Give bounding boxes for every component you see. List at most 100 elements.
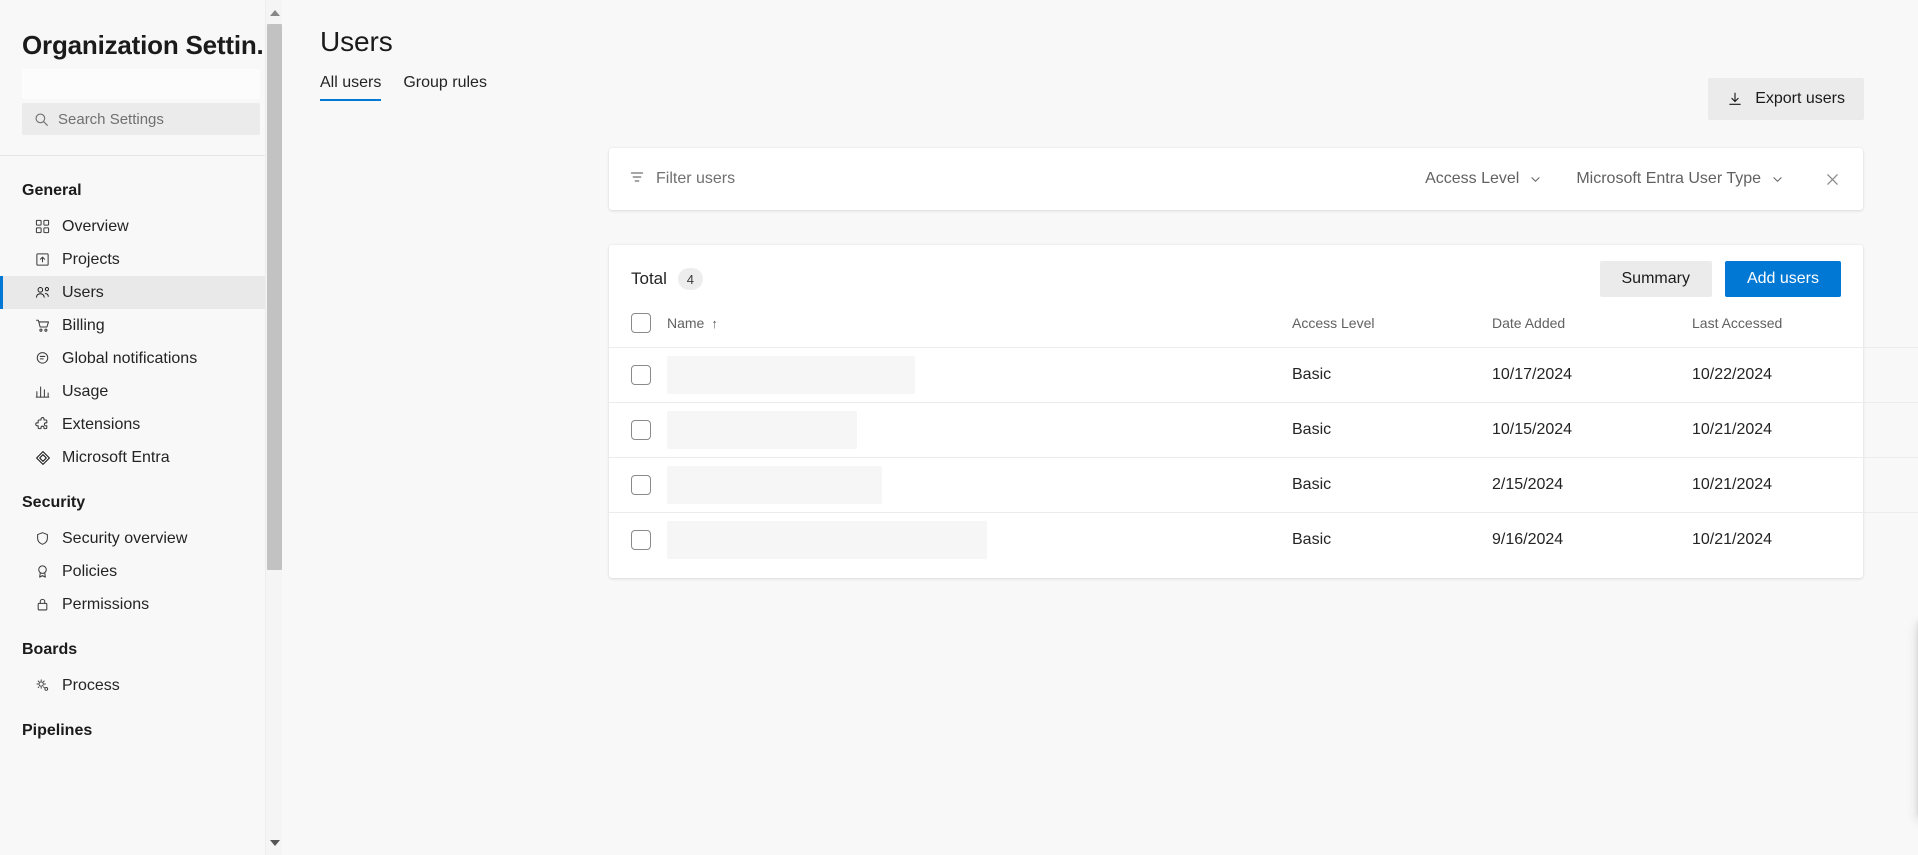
cart-icon xyxy=(34,317,51,334)
sidebar-item-label: Billing xyxy=(62,317,105,335)
sidebar-scrollbar[interactable] xyxy=(265,0,282,855)
tab-group-rules[interactable]: Group rules xyxy=(403,74,487,101)
sort-ascending-icon: ↑ xyxy=(711,316,718,331)
date-added-cell: 10/15/2024 xyxy=(1492,403,1692,458)
entra-user-type-dropdown[interactable]: Microsoft Entra User Type xyxy=(1576,170,1784,188)
sidebar-item-process[interactable]: Process xyxy=(0,669,282,702)
date-added-cell: 9/16/2024 xyxy=(1492,513,1692,568)
sidebar-item-label: Extensions xyxy=(62,416,140,434)
process-gear-icon xyxy=(34,677,51,694)
download-icon xyxy=(1727,91,1743,107)
users-table-card: Total 4 Summary Add users xyxy=(609,245,1863,578)
table-row[interactable]: Basic 10/17/2024 10/22/2024 xyxy=(609,348,1918,403)
puzzle-icon xyxy=(34,416,51,433)
sidebar-item-billing[interactable]: Billing xyxy=(0,309,282,342)
sidebar-item-security-overview[interactable]: Security overview xyxy=(0,522,282,555)
app-root: Organization Settin... Search Settings G… xyxy=(0,0,1918,855)
search-settings-input[interactable]: Search Settings xyxy=(22,103,260,135)
sidebar-item-microsoft-entra[interactable]: Microsoft Entra xyxy=(0,441,282,474)
filter-users-placeholder: Filter users xyxy=(656,170,735,188)
total-count-group: Total 4 xyxy=(631,268,703,290)
select-all-checkbox[interactable] xyxy=(631,313,651,333)
summary-button[interactable]: Summary xyxy=(1600,261,1712,297)
user-name-cell xyxy=(667,403,1292,458)
user-name-redacted xyxy=(667,466,882,504)
sidebar-item-projects[interactable]: Projects xyxy=(0,243,282,276)
shield-icon xyxy=(34,530,51,547)
sidebar-item-global-notifications[interactable]: Global notifications xyxy=(0,342,282,375)
sidebar-item-label: Users xyxy=(62,284,104,302)
users-icon xyxy=(34,284,51,301)
sidebar-item-label: Process xyxy=(62,677,120,695)
user-name-redacted xyxy=(667,521,987,559)
table-row[interactable]: Basic 9/16/2024 10/21/2024 xyxy=(609,513,1918,568)
access-level-cell: Basic xyxy=(1292,348,1492,403)
row-checkbox[interactable] xyxy=(631,530,651,550)
sidebar-item-extensions[interactable]: Extensions xyxy=(0,408,282,441)
filter-users-input[interactable]: Filter users xyxy=(629,169,1425,190)
row-select-cell xyxy=(609,403,667,458)
scrollbar-thumb[interactable] xyxy=(267,24,282,570)
sidebar-section-pipelines: Pipelines xyxy=(0,702,282,750)
row-checkbox[interactable] xyxy=(631,420,651,440)
select-all-header xyxy=(609,313,667,348)
column-header-name[interactable]: Name ↑ xyxy=(667,313,1292,348)
add-users-button[interactable]: Add users xyxy=(1725,261,1841,297)
policy-badge-icon xyxy=(34,563,51,580)
settings-sidebar: Organization Settin... Search Settings G… xyxy=(0,0,282,855)
notification-bubble-icon xyxy=(34,350,51,367)
column-header-last-accessed[interactable]: Last Accessed xyxy=(1692,313,1918,348)
sidebar-item-label: Projects xyxy=(62,251,120,269)
column-header-access-level[interactable]: Access Level xyxy=(1292,313,1492,348)
users-table-head: Name ↑ Access Level Date Added Last Acce… xyxy=(609,313,1918,348)
access-level-label: Access Level xyxy=(1425,170,1519,188)
sidebar-item-usage[interactable]: Usage xyxy=(0,375,282,408)
user-name-redacted xyxy=(667,356,915,394)
filter-dropdowns: Access Level Microsoft Entra User Type xyxy=(1425,170,1841,188)
users-table-body: Basic 10/17/2024 10/22/2024 xyxy=(609,348,1918,568)
entra-user-type-label: Microsoft Entra User Type xyxy=(1576,170,1761,188)
column-header-date-added[interactable]: Date Added xyxy=(1492,313,1692,348)
sidebar-item-label: Permissions xyxy=(62,596,149,614)
scroll-up-arrow-icon[interactable] xyxy=(266,4,282,21)
sidebar-section-boards: Boards xyxy=(0,621,282,669)
chevron-down-icon xyxy=(1529,173,1542,186)
organization-title: Organization Settin... xyxy=(0,0,282,61)
scroll-down-arrow-icon[interactable] xyxy=(266,834,282,851)
access-level-dropdown[interactable]: Access Level xyxy=(1425,170,1542,188)
export-users-label: Export users xyxy=(1755,90,1845,108)
bar-chart-icon xyxy=(34,383,51,400)
filter-bar: Filter users Access Level Microsoft Entr… xyxy=(609,148,1863,210)
user-name-cell xyxy=(667,348,1292,403)
row-select-cell xyxy=(609,348,667,403)
sidebar-item-overview[interactable]: Overview xyxy=(0,210,282,243)
filter-icon xyxy=(629,169,645,190)
close-icon[interactable] xyxy=(1824,171,1841,188)
sidebar-item-label: Microsoft Entra xyxy=(62,449,170,467)
sidebar-section-security: Security xyxy=(0,474,282,522)
table-row[interactable]: Basic 10/15/2024 10/21/2024 xyxy=(609,403,1918,458)
table-toolbar: Total 4 Summary Add users xyxy=(609,245,1863,313)
sidebar-item-label: Security overview xyxy=(62,530,187,548)
table-row[interactable]: Basic 2/15/2024 10/21/2024 xyxy=(609,458,1918,513)
sidebar-item-label: Policies xyxy=(62,563,117,581)
sidebar-item-users[interactable]: Users xyxy=(0,276,282,309)
row-checkbox[interactable] xyxy=(631,475,651,495)
users-table: Name ↑ Access Level Date Added Last Acce… xyxy=(609,313,1918,568)
user-name-cell xyxy=(667,513,1292,568)
row-checkbox[interactable] xyxy=(631,365,651,385)
sidebar-item-label: Global notifications xyxy=(62,350,197,368)
projects-icon xyxy=(34,251,51,268)
sidebar-item-permissions[interactable]: Permissions xyxy=(0,588,282,621)
sidebar-item-policies[interactable]: Policies xyxy=(0,555,282,588)
table-header-row: Name ↑ Access Level Date Added Last Acce… xyxy=(609,313,1918,348)
export-users-button[interactable]: Export users xyxy=(1708,78,1864,120)
column-header-name-label: Name xyxy=(667,315,704,331)
last-accessed-cell: 10/21/2024 xyxy=(1692,403,1918,458)
tab-all-users[interactable]: All users xyxy=(320,74,381,101)
user-name-cell xyxy=(667,458,1292,513)
overview-grid-icon xyxy=(34,218,51,235)
sidebar-nav: General Overview Projects xyxy=(0,156,282,750)
access-level-cell: Basic xyxy=(1292,513,1492,568)
sidebar-search-wrapper: Search Settings xyxy=(0,99,282,135)
